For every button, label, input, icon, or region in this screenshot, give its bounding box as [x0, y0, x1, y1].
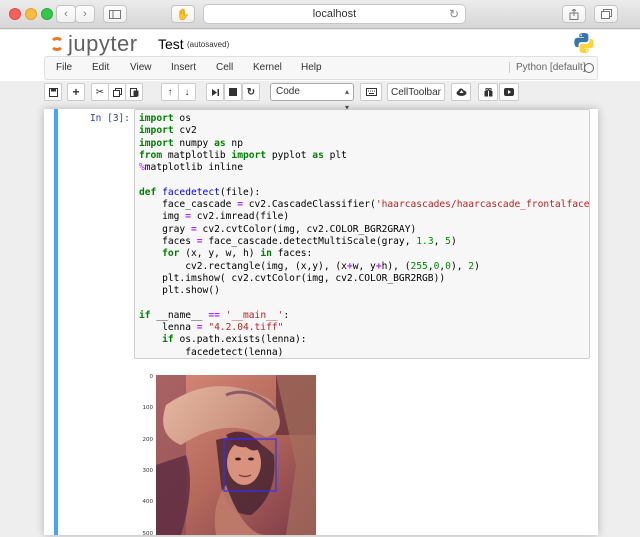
face-detection-plot [156, 375, 316, 535]
notebook-page: jupyter Test (autosaved) File Edit View … [0, 30, 640, 537]
y-tick-label: 100 [142, 405, 154, 411]
scissors-icon: ✂ [95, 86, 105, 98]
url-text: localhost [312, 8, 357, 20]
window-minimize-button[interactable] [25, 8, 37, 20]
menu-file[interactable]: File [56, 62, 72, 73]
address-bar[interactable]: localhost ↻ [203, 4, 466, 24]
plus-icon: + [72, 85, 80, 99]
cut-button[interactable]: ✂ [91, 83, 109, 101]
move-down-button[interactable]: ↓ [178, 83, 196, 101]
share-icon [569, 8, 579, 20]
window-close-button[interactable] [9, 8, 21, 20]
command-palette-button[interactable] [360, 83, 382, 101]
refresh-icon: ↻ [246, 86, 256, 98]
menu-insert[interactable]: Insert [171, 62, 196, 73]
kernel-status-icon [584, 63, 594, 73]
move-up-button[interactable]: ↑ [161, 83, 179, 101]
y-tick-label: 400 [142, 499, 154, 505]
step-forward-icon [211, 88, 219, 96]
jupyter-logo[interactable]: jupyter [50, 31, 150, 56]
menu-edit[interactable]: Edit [92, 62, 109, 73]
video-button[interactable] [499, 83, 519, 101]
cell-output: 0 100 200 300 400 500 [134, 365, 590, 537]
cell-type-select[interactable]: Code ▴ ▾ [270, 83, 354, 112]
code-cell[interactable]: In [3]: import os import cv2 import numpy … [54, 109, 590, 537]
back-button[interactable]: ‹ [56, 5, 76, 23]
jupyter-logo-text: jupyter [68, 31, 138, 56]
reload-icon[interactable]: ↻ [449, 7, 459, 21]
upload-button[interactable] [451, 83, 471, 101]
y-tick-label: 200 [142, 437, 154, 443]
cell-selection-bar [54, 109, 58, 535]
menu-help[interactable]: Help [301, 62, 322, 73]
notebook-container: In [3]: import os import cv2 import numpy … [44, 109, 598, 537]
cloud-upload-icon [456, 88, 466, 96]
stop-icon [229, 88, 237, 96]
arrow-up-icon: ↑ [167, 86, 173, 98]
tabs-icon [600, 9, 612, 19]
save-icon [48, 87, 58, 97]
tabs-button[interactable] [594, 5, 618, 23]
menu-view[interactable]: View [130, 62, 152, 73]
jupyter-logo-icon [50, 35, 64, 53]
forward-button[interactable]: › [75, 5, 95, 23]
code-editor[interactable]: import os import cv2 import numpy as np fro… [134, 109, 590, 359]
save-button[interactable] [44, 83, 62, 101]
interrupt-kernel-button[interactable] [224, 83, 242, 101]
y-tick-label: 300 [142, 468, 154, 474]
notebook-name[interactable]: Test [158, 36, 184, 52]
keyboard-icon [365, 88, 377, 96]
copy-button[interactable] [108, 83, 126, 101]
run-cell-button[interactable] [206, 83, 224, 101]
chevron-left-icon: ‹ [64, 8, 68, 20]
gift-button[interactable] [478, 83, 498, 101]
save-status: (autosaved) [187, 40, 230, 49]
youtube-play-icon [504, 88, 514, 96]
hand-icon: ✋ [176, 8, 190, 21]
notebook-toolbar: + ✂ ↑ ↓ ↻ Code ▴ ▾ CellToolbar [44, 83, 598, 112]
arrow-down-icon: ↓ [184, 86, 190, 98]
extension-button[interactable]: ✋ [171, 5, 195, 23]
insert-cell-button[interactable]: + [67, 83, 85, 101]
paste-icon [129, 88, 138, 97]
paste-button[interactable] [125, 83, 143, 101]
code-text: import os import cv2 import numpy as np fro… [139, 113, 590, 358]
input-prompt: In [3]: [89, 113, 130, 124]
y-tick-label: 0 [149, 374, 154, 380]
share-button[interactable] [562, 5, 586, 23]
kernel-indicator: Python [default] [509, 62, 586, 73]
gift-icon [484, 87, 492, 97]
restart-kernel-button[interactable]: ↻ [242, 83, 260, 101]
browser-titlebar: ‹ › ✋ localhost ↻ [0, 0, 640, 29]
window-maximize-button[interactable] [41, 8, 53, 20]
celltoolbar-button[interactable]: CellToolbar [387, 83, 445, 101]
python-logo-icon [574, 33, 594, 53]
sidebar-icon [109, 9, 121, 19]
cell-type-value: Code [276, 86, 300, 97]
menu-bar: File Edit View Insert Cell Kernel Help P… [44, 56, 598, 80]
notebook-header: jupyter Test (autosaved) File Edit View … [0, 30, 640, 81]
copy-icon [112, 87, 122, 97]
menu-kernel[interactable]: Kernel [253, 62, 282, 73]
menu-cell[interactable]: Cell [216, 62, 233, 73]
y-tick-label: 500 [142, 531, 154, 537]
chevron-right-icon: › [83, 8, 87, 20]
sidebar-button[interactable] [103, 5, 127, 23]
